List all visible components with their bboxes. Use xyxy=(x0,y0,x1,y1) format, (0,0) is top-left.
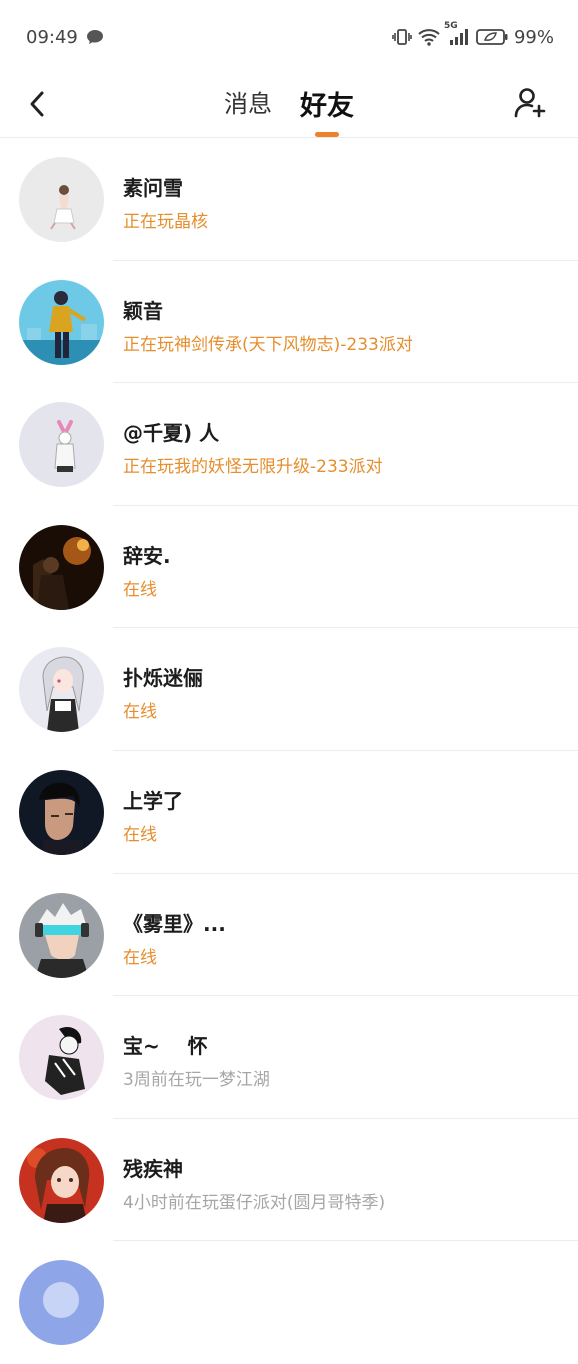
friend-row[interactable]: @千夏) 人 正在玩我的妖怪无限升级-233派对 xyxy=(0,383,578,506)
avatar[interactable] xyxy=(19,279,104,365)
friend-status: 在线 xyxy=(123,824,157,845)
friend-row[interactable]: 素问雪 正在玩晶核 xyxy=(0,138,578,261)
friend-status: 3周前在玩一梦江湖 xyxy=(123,1070,270,1091)
friend-name: 辞安. xyxy=(123,543,171,568)
friend-status: 正在玩神剑传承(天下风物志)-233派对 xyxy=(123,334,413,355)
friend-status: 在线 xyxy=(123,579,157,600)
network-type-label: 5G xyxy=(443,21,458,31)
friend-name: 扑烁迷俪 xyxy=(123,666,203,691)
friend-row[interactable]: 辞安. 在线 xyxy=(0,506,578,629)
tab-friends-label: 好友 xyxy=(300,91,354,122)
friend-name: 残疾神 xyxy=(123,1156,183,1181)
friend-status: 正在玩我的妖怪无限升级-233派对 xyxy=(123,457,383,478)
avatar[interactable] xyxy=(19,769,104,855)
avatar[interactable] xyxy=(19,524,104,610)
friend-name: 素问雪 xyxy=(123,176,183,200)
add-user-icon xyxy=(514,88,546,118)
friend-status: 正在玩晶核 xyxy=(123,212,208,232)
friend-row[interactable]: 残疾神 4小时前在玩蛋仔派对(圆月哥特季) xyxy=(0,1119,578,1242)
battery-percent: 99% xyxy=(513,26,554,48)
avatar[interactable] xyxy=(19,157,104,242)
tab-friends[interactable]: 好友 xyxy=(300,74,354,138)
avatar[interactable] xyxy=(19,402,104,488)
status-bar-left: 09:49 xyxy=(26,27,104,48)
friend-name: 宝~ 怀 xyxy=(123,1034,208,1059)
friend-list: 素问雪 正在玩晶核 颖音 正在玩神剑传承(天下风物志)-233派对 @千夏) 人… xyxy=(0,138,578,1364)
avatar[interactable] xyxy=(19,892,104,978)
friend-status: 在线 xyxy=(123,702,157,723)
cellular-signal-icon: 5G xyxy=(444,21,470,46)
avatar[interactable] xyxy=(19,1260,104,1346)
friend-name: 颖音 xyxy=(123,298,163,323)
friend-row[interactable] xyxy=(0,1241,578,1364)
chat-bubble-icon xyxy=(86,29,104,45)
add-friend-button[interactable] xyxy=(510,82,550,122)
friend-row[interactable]: 扑烁迷俪 在线 xyxy=(0,628,578,751)
back-arrow-icon xyxy=(30,91,44,117)
status-bar-right: 5G 99% xyxy=(392,21,554,48)
tab-messages[interactable]: 消息 xyxy=(224,74,272,138)
friend-row[interactable]: 颖音 正在玩神剑传承(天下风物志)-233派对 xyxy=(0,261,578,384)
friend-row[interactable]: 上学了 在线 xyxy=(0,751,578,874)
friend-status: 在线 xyxy=(123,947,157,968)
friend-name: 上学了 xyxy=(123,788,183,813)
top-navigation: 消息 好友 xyxy=(0,74,578,138)
wifi-icon xyxy=(418,28,440,46)
friend-name: @千夏) 人 xyxy=(123,421,220,446)
friend-row[interactable]: 宝~ 怀 3周前在玩一梦江湖 xyxy=(0,996,578,1119)
back-button[interactable] xyxy=(20,86,56,122)
avatar[interactable] xyxy=(19,647,104,733)
avatar[interactable] xyxy=(19,1137,104,1223)
avatar[interactable] xyxy=(19,1015,104,1101)
tab-bar: 消息 好友 xyxy=(0,74,578,138)
friend-row[interactable]: 《雾里》... 在线 xyxy=(0,874,578,997)
status-bar: 09:49 5G 99% xyxy=(0,0,578,74)
vibrate-icon xyxy=(392,27,412,47)
active-tab-indicator xyxy=(315,132,339,137)
friend-status: 4小时前在玩蛋仔派对(圆月哥特季) xyxy=(123,1192,386,1213)
tab-messages-label: 消息 xyxy=(224,90,272,118)
friend-name: 《雾里》... xyxy=(123,911,226,936)
clock: 09:49 xyxy=(26,26,78,48)
battery-icon xyxy=(476,28,508,46)
